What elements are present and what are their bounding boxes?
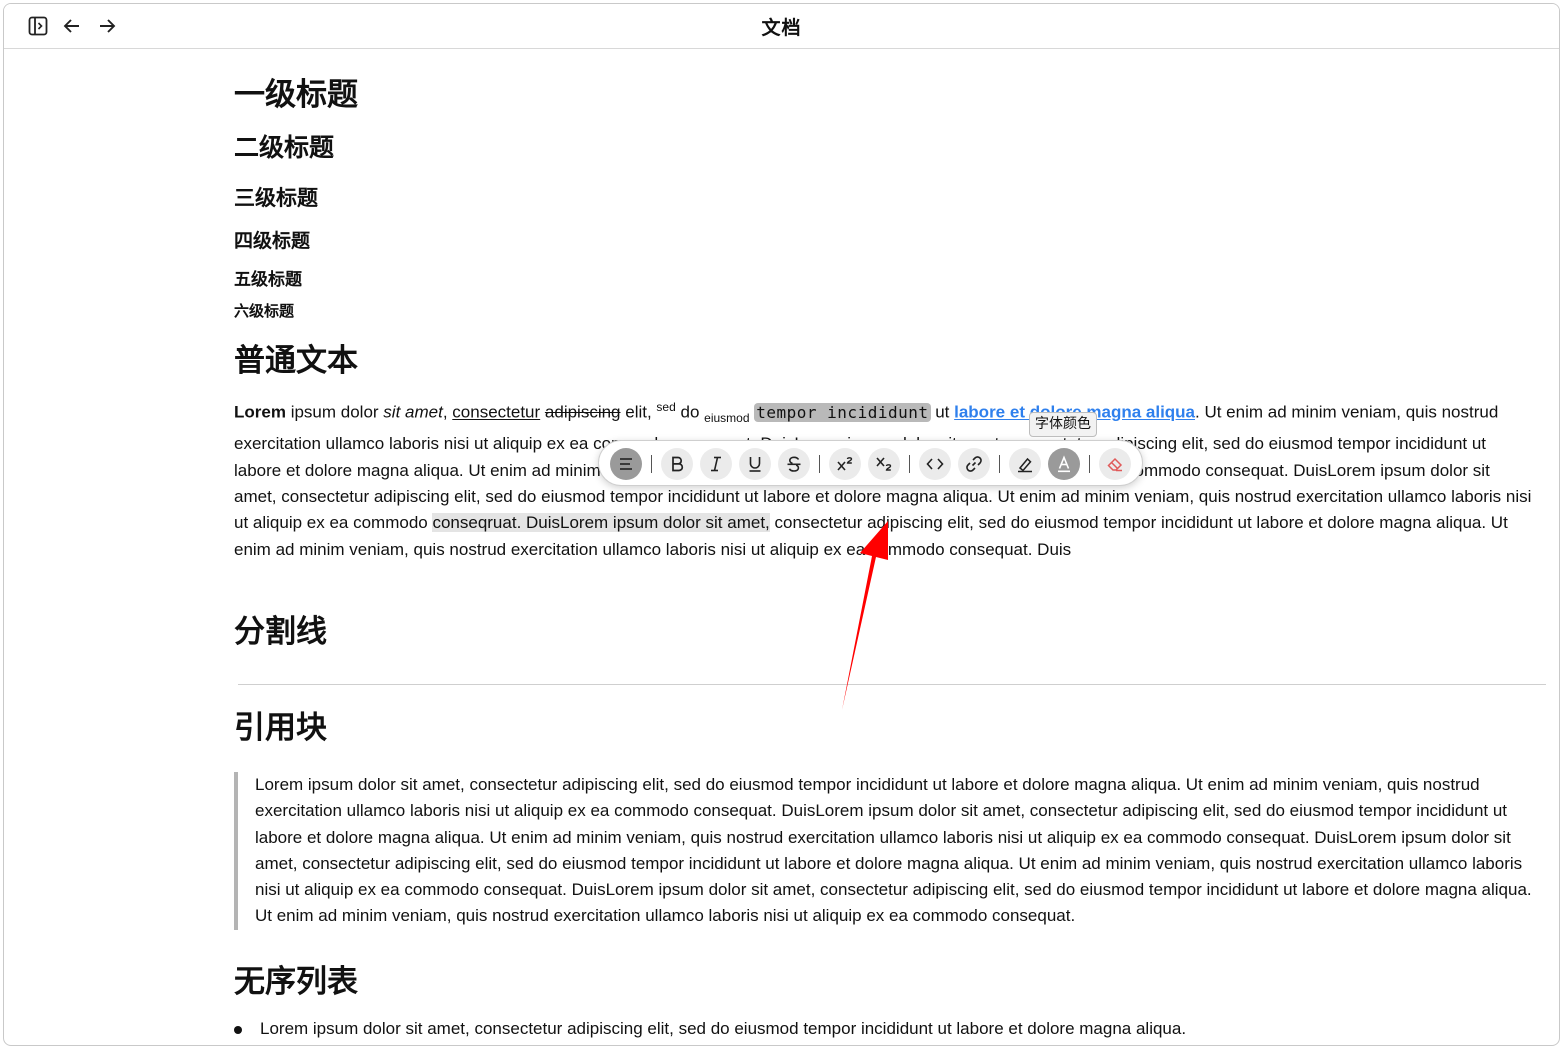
plain-text: elit, [620, 402, 657, 422]
clear-format-button[interactable] [1099, 448, 1131, 480]
subscript-icon [876, 457, 892, 471]
heading-level-1: 一级标题 [234, 77, 358, 113]
clear-format-icon [1107, 457, 1123, 472]
section-title-unordered-list: 无序列表 [234, 964, 358, 1000]
italic-icon [711, 456, 721, 472]
toolbar-separator [999, 455, 1000, 473]
bold-icon [672, 456, 684, 472]
plain-text: ipsum dolor [285, 402, 384, 422]
section-title-normal-text: 普通文本 [234, 343, 358, 379]
heading-level-4: 四级标题 [234, 230, 311, 252]
bullet-icon [234, 1026, 242, 1034]
font-color-button[interactable] [1048, 448, 1080, 480]
bold-button[interactable] [661, 448, 693, 480]
heading-level-6: 六级标题 [234, 302, 295, 320]
heading-level-3: 三级标题 [234, 186, 318, 210]
app-window: 文档 一级标题 二级标题 三级标题 四级标题 五级标题 六级标题 普通文本 Lo… [3, 3, 1560, 1046]
superscript-button[interactable] [829, 448, 861, 480]
list-item[interactable]: Lorem ipsum dolor sit amet, consectetur … [234, 1016, 1534, 1042]
underline-icon [749, 457, 761, 472]
heading-level-2: 二级标题 [234, 133, 335, 162]
blockquote[interactable]: Lorem ipsum dolor sit amet, consectetur … [234, 772, 1546, 930]
selected-text[interactable]: conseqruat. DuisLorem ipsum dolor sit am… [432, 513, 770, 533]
heading-level-5: 五级标题 [234, 270, 302, 290]
strikethrough-text: adipiscing [544, 402, 621, 422]
toolbar-separator [651, 455, 652, 473]
code-button[interactable] [919, 448, 951, 480]
italic-text: sit amet [383, 402, 443, 422]
link-button[interactable] [958, 448, 990, 480]
highlight-icon [1018, 457, 1032, 473]
section-title-quote: 引用块 [234, 710, 327, 746]
toolbar-separator [909, 455, 910, 473]
font-color-tooltip: 字体颜色 [1029, 412, 1097, 437]
format-toolbar [598, 440, 1143, 486]
list-item-text: Lorem ipsum dolor sit amet, consectetur … [260, 1019, 1187, 1038]
inline-code: tempor incididunt [754, 402, 931, 422]
underline-text: consectetur [452, 402, 541, 422]
link-icon [966, 456, 982, 472]
superscript-icon [837, 457, 853, 471]
toolbar-separator [819, 455, 820, 473]
align-icon [620, 458, 632, 470]
document-content[interactable]: 一级标题 二级标题 三级标题 四级标题 五级标题 六级标题 普通文本 Lorem… [234, 48, 1546, 1045]
strikethrough-icon [787, 456, 801, 472]
underline-button[interactable] [739, 448, 771, 480]
font-color-icon [1058, 455, 1070, 473]
plain-text: ut [930, 402, 955, 422]
align-button[interactable] [610, 448, 642, 480]
window-title: 文档 [761, 17, 802, 39]
italic-button[interactable] [700, 448, 732, 480]
subscript-text: eiusmod [704, 411, 750, 426]
strikethrough-button[interactable] [778, 448, 810, 480]
code-icon [926, 458, 944, 470]
bold-text: Lorem [234, 402, 286, 422]
title-bar: 文档 [4, 4, 1559, 49]
blockquote-text: Lorem ipsum dolor sit amet, consectetur … [255, 775, 1532, 926]
unordered-list[interactable]: Lorem ipsum dolor sit amet, consectetur … [234, 1016, 1534, 1042]
horizontal-divider [238, 684, 1546, 685]
superscript-text: sed [656, 400, 676, 414]
highlight-button[interactable] [1009, 448, 1041, 480]
plain-text: , [442, 402, 453, 422]
subscript-button[interactable] [868, 448, 900, 480]
section-title-divider: 分割线 [234, 614, 327, 650]
plain-text: do [675, 402, 705, 422]
toolbar-separator [1089, 455, 1090, 473]
